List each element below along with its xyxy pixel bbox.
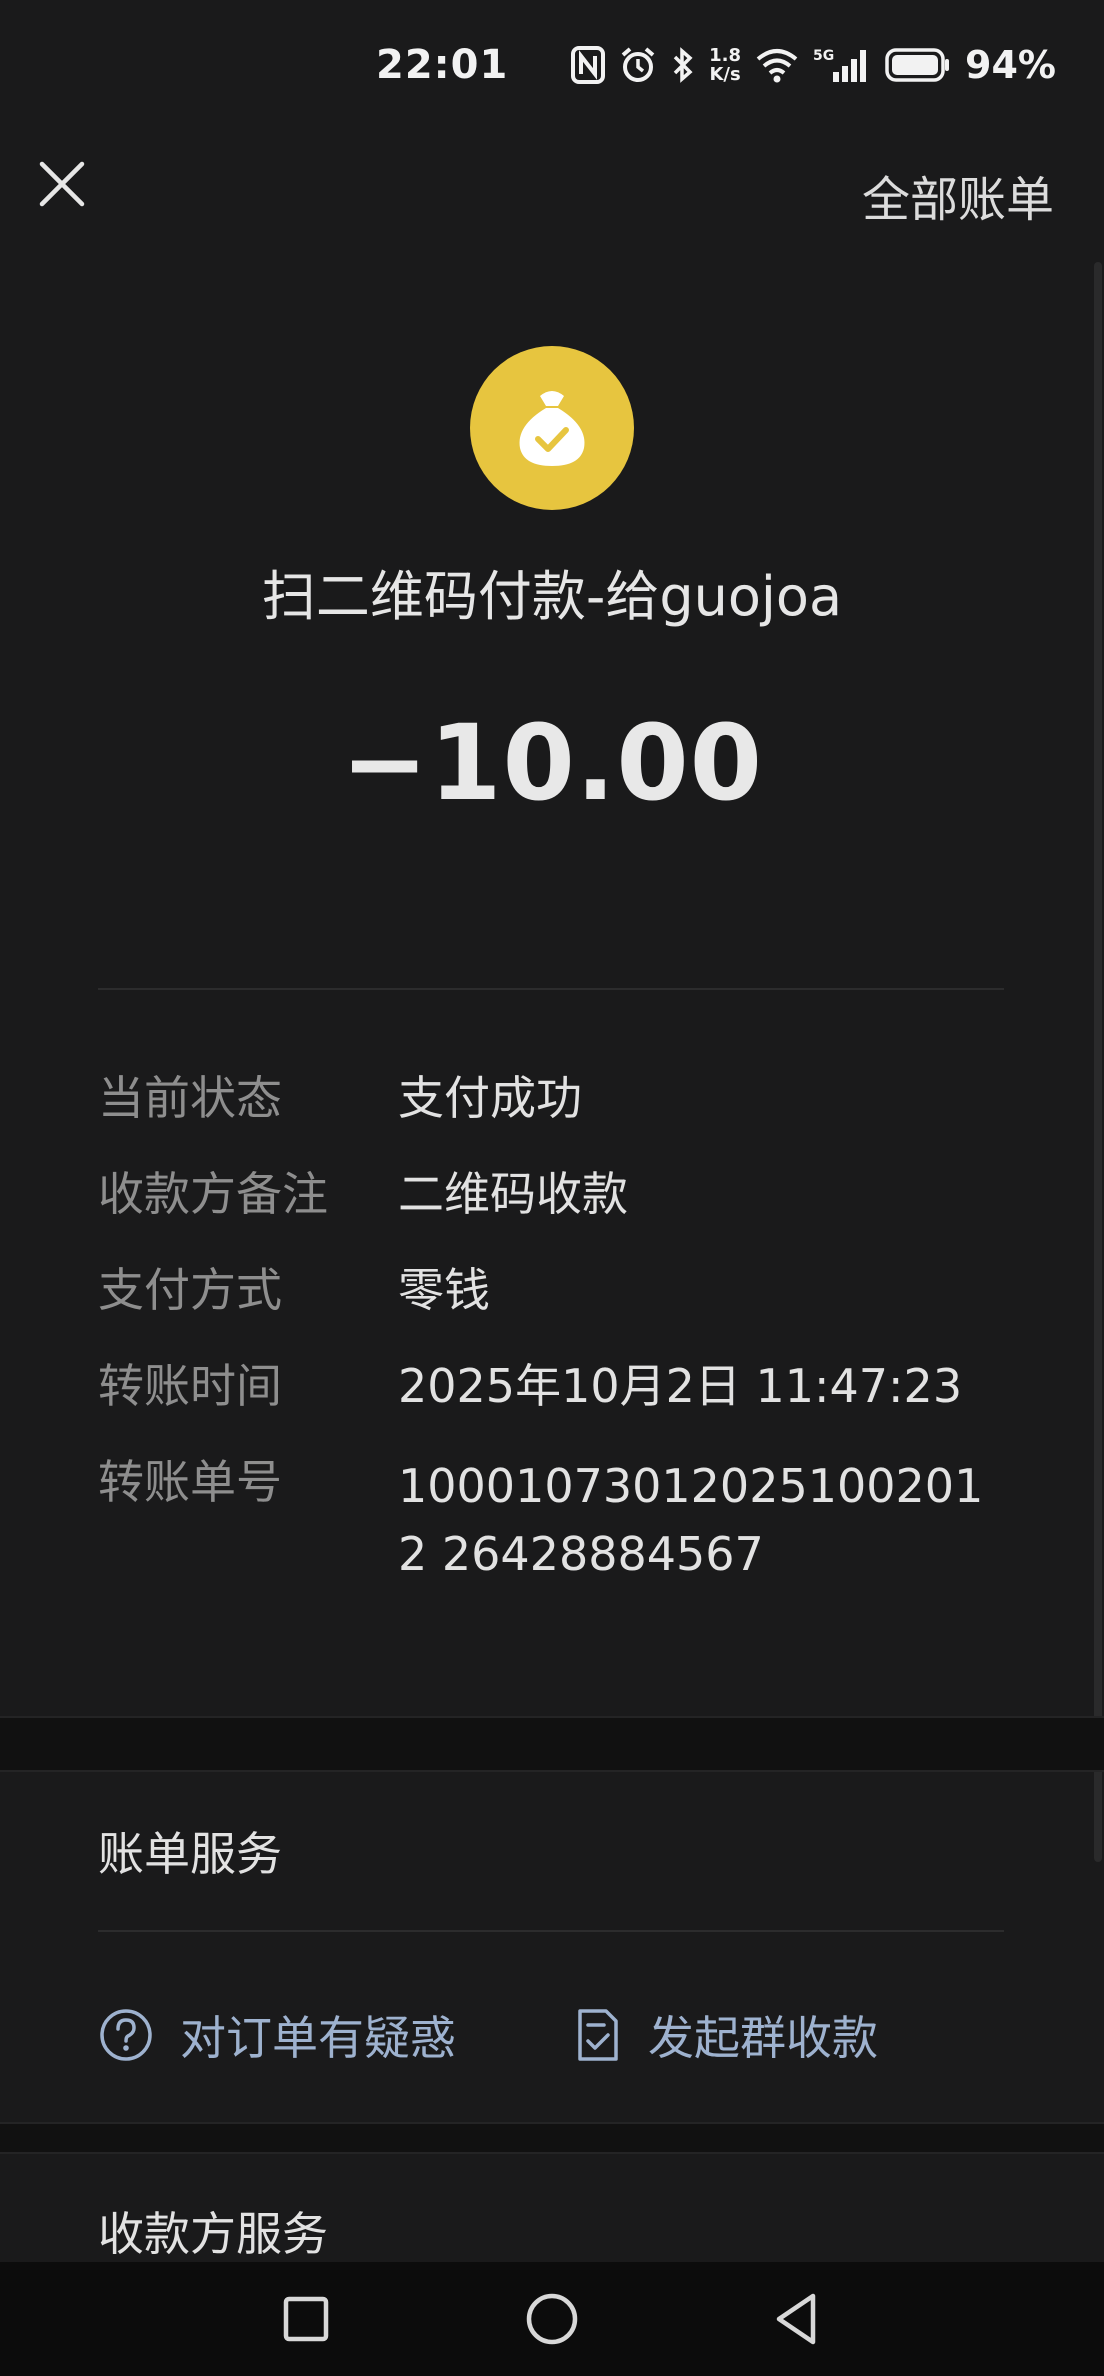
- battery-percent: 94%: [965, 43, 1056, 87]
- transaction-details: 当前状态 支付成功 收款方备注 二维码收款 支付方式 零钱 转账时间 2025年…: [98, 1068, 1018, 1624]
- detail-label: 收款方备注: [98, 1167, 328, 1221]
- back-triangle-icon: [776, 2293, 816, 2345]
- group-collection-link[interactable]: 发起群收款: [574, 2002, 878, 2068]
- nfc-icon: [571, 46, 606, 84]
- bluetooth-icon: [671, 46, 695, 84]
- scrollbar[interactable]: [1094, 262, 1102, 1862]
- bill-services-links: 对订单有疑惑 发起群收款: [98, 2000, 1018, 2070]
- divider: [98, 1930, 1004, 1932]
- detail-value: 2025年10月2日 11:47:23: [398, 1359, 963, 1413]
- back-button[interactable]: [764, 2286, 830, 2352]
- order-question-label: 对订单有疑惑: [180, 2011, 456, 2065]
- home-circle-icon: [526, 2293, 578, 2345]
- status-bar: 22:01 1.8 K/s 5G 94%: [0, 0, 1104, 130]
- detail-value: 二维码收款: [398, 1167, 628, 1221]
- transfer-number-value[interactable]: 100010730120251002012 26428884567: [398, 1452, 998, 1588]
- transaction-title: 扫二维码付款-给guojoa: [261, 565, 843, 628]
- cellular-signal-icon: 5G: [813, 46, 871, 84]
- all-bills-link[interactable]: 全部账单: [862, 160, 1054, 230]
- close-button[interactable]: [28, 150, 96, 218]
- detail-label: 支付方式: [98, 1263, 282, 1317]
- detail-row-payment-method: 支付方式 零钱: [98, 1260, 1018, 1320]
- receipt-check-icon: [578, 2009, 618, 2061]
- battery-icon: [885, 47, 951, 83]
- net-speed-value: 1.8: [709, 45, 742, 66]
- status-time: 22:01: [376, 42, 509, 88]
- order-question-link[interactable]: 对订单有疑惑: [98, 2002, 456, 2068]
- section-separator: [0, 2122, 1104, 2154]
- close-icon: [39, 161, 85, 207]
- section-separator: [0, 1716, 1104, 1772]
- divider: [98, 988, 1004, 990]
- net-speed-unit: K/s: [709, 64, 741, 85]
- status-icons: 1.8 K/s 5G 94%: [571, 40, 1056, 90]
- recents-square-icon: [283, 2296, 329, 2342]
- recents-button[interactable]: [273, 2286, 339, 2352]
- detail-label: 当前状态: [98, 1071, 282, 1125]
- group-collection-label: 发起群收款: [648, 2011, 878, 2065]
- detail-value: 零钱: [398, 1263, 490, 1317]
- bill-services-title: 账单服务: [98, 1827, 282, 1881]
- signal-type-label: 5G: [813, 48, 834, 64]
- detail-row-payee-note: 收款方备注 二维码收款: [98, 1164, 1018, 1224]
- money-bag-check-icon: [470, 346, 634, 510]
- home-button[interactable]: [519, 2286, 585, 2352]
- bill-detail-screen: 22:01 1.8 K/s 5G 94% 全部账单 扫二维码付款-给guojoa…: [0, 0, 1104, 2376]
- detail-row-transfer-number: 转账单号 100010730120251002012 26428884567: [98, 1452, 1018, 1588]
- net-speed: 1.8 K/s: [709, 46, 741, 84]
- navigation-bar: [0, 2262, 1104, 2376]
- question-circle-icon: [100, 2009, 152, 2061]
- transaction-amount: −10.00: [340, 702, 764, 824]
- alarm-icon: [619, 46, 657, 84]
- detail-value: 支付成功: [398, 1071, 582, 1125]
- detail-row-status: 当前状态 支付成功: [98, 1068, 1018, 1128]
- detail-row-transfer-time: 转账时间 2025年10月2日 11:47:23: [98, 1356, 1018, 1416]
- detail-label: 转账时间: [98, 1359, 282, 1413]
- payee-services-title: 收款方服务: [98, 2207, 328, 2261]
- detail-label: 转账单号: [98, 1455, 282, 1509]
- wifi-icon: [755, 47, 799, 83]
